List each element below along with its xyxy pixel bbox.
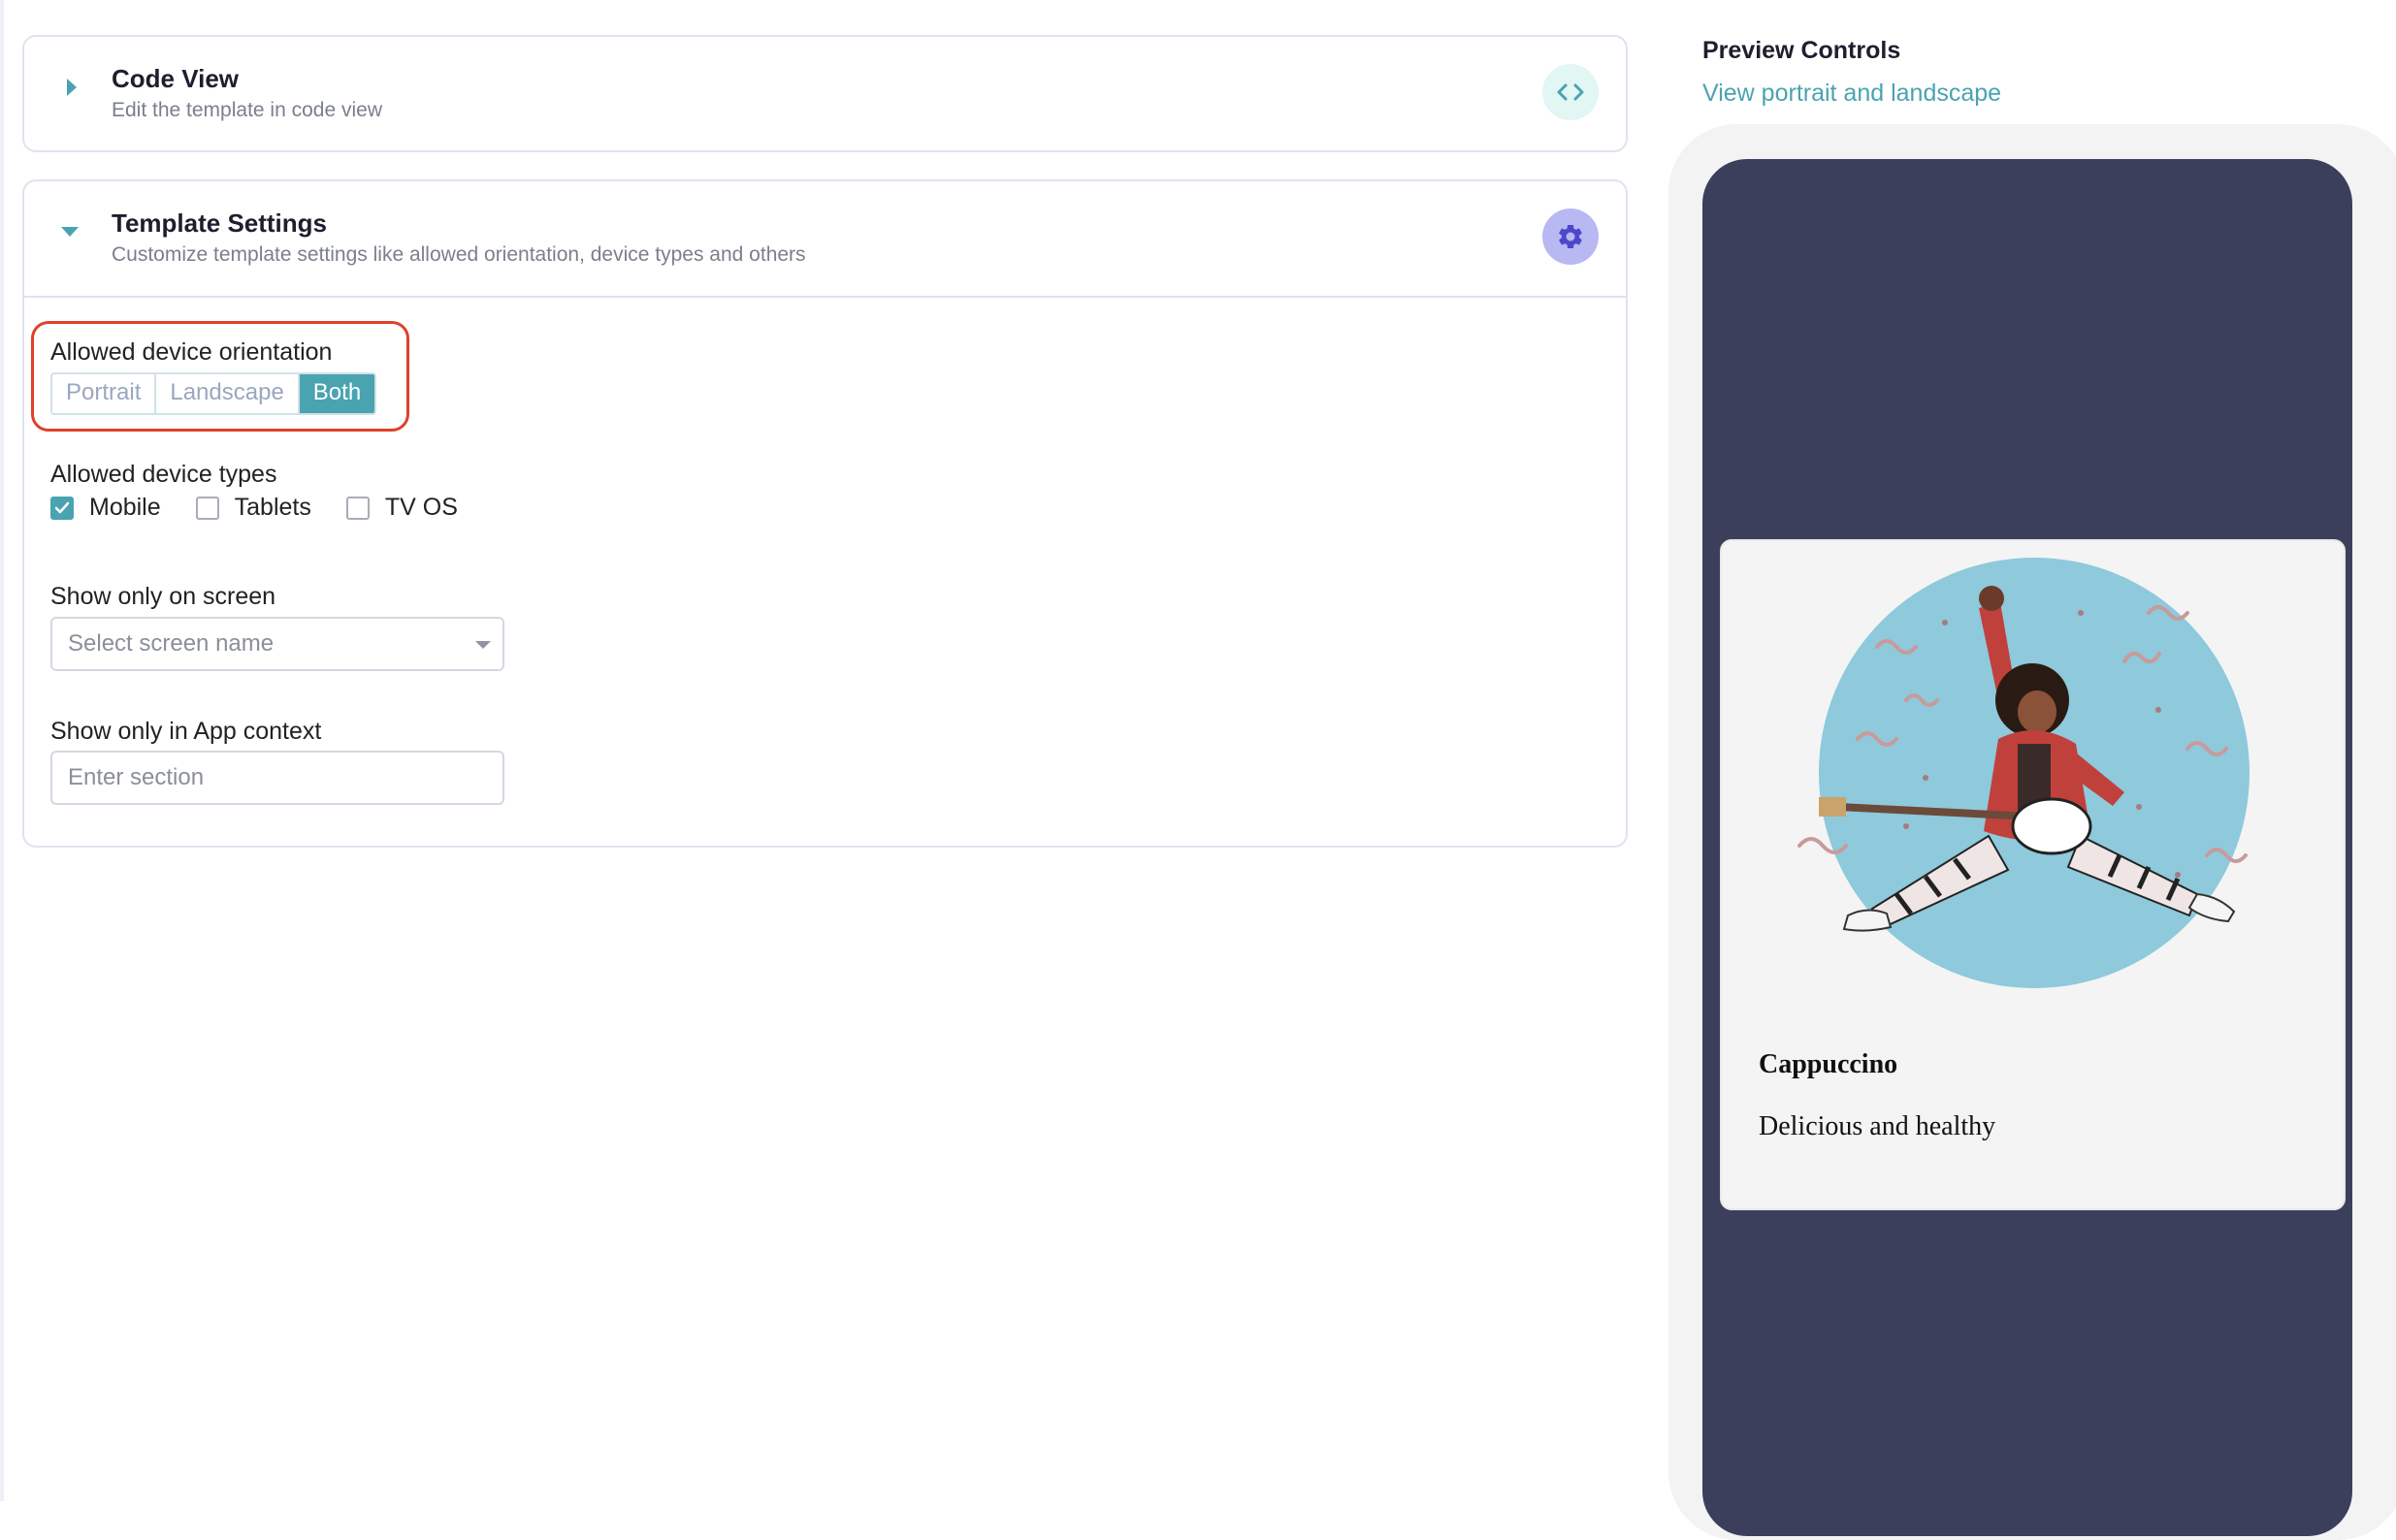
template-settings-header[interactable]: Template Settings Customize template set… (24, 181, 1626, 298)
tvos-label[interactable]: TV OS (385, 494, 458, 522)
check-icon (54, 501, 70, 513)
app-context-placeholder: Enter section (68, 764, 205, 790)
app-context-label: Show only in App context (50, 718, 322, 745)
screen-label: Show only on screen (50, 583, 276, 610)
code-view-panel[interactable]: Code View Edit the template in code view (22, 35, 1628, 152)
orientation-option-landscape[interactable]: Landscape (156, 374, 300, 413)
tvos-checkbox[interactable] (345, 496, 370, 520)
code-view-header[interactable]: Code View Edit the template in code view (24, 37, 1626, 151)
left-edge (0, 0, 4, 1501)
template-settings-panel: Template Settings Customize template set… (22, 179, 1628, 848)
screen-select[interactable]: Select screen name (50, 617, 504, 671)
card-subtitle: Delicious and healthy (1759, 1111, 1996, 1141)
template-settings-title: Template Settings (112, 209, 328, 238)
tablets-label[interactable]: Tablets (235, 494, 311, 522)
preview-card: Cappuccino Delicious and healthy (1720, 539, 2346, 1210)
orientation-option-portrait[interactable]: Portrait (52, 374, 157, 413)
mobile-label[interactable]: Mobile (89, 494, 161, 522)
chevron-right-icon[interactable] (67, 79, 77, 96)
view-portrait-landscape-link[interactable]: View portrait and landscape (1702, 80, 2001, 108)
screen-select-placeholder: Select screen name (68, 630, 275, 657)
orientation-option-both[interactable]: Both (299, 374, 375, 413)
card-title: Cappuccino (1759, 1049, 1898, 1079)
device-types-group: Mobile Tablets TV OS (50, 494, 493, 522)
guitarist-illustration (1797, 558, 2250, 988)
code-icon[interactable] (1542, 64, 1599, 120)
chevron-down-icon (475, 641, 491, 649)
gear-icon[interactable] (1542, 209, 1599, 265)
code-view-subtitle: Edit the template in code view (112, 99, 382, 121)
template-settings-subtitle: Customize template settings like allowed… (112, 243, 806, 266)
code-view-title: Code View (112, 64, 240, 93)
device-types-label: Allowed device types (50, 461, 277, 488)
orientation-label: Allowed device orientation (50, 338, 333, 366)
chevron-down-icon[interactable] (61, 227, 79, 237)
tablets-checkbox[interactable] (195, 496, 219, 520)
app-context-input[interactable]: Enter section (50, 751, 504, 805)
orientation-segmented-control[interactable]: Portrait Landscape Both (50, 372, 377, 415)
mobile-checkbox[interactable] (50, 496, 74, 520)
preview-controls-title: Preview Controls (1702, 37, 1901, 64)
